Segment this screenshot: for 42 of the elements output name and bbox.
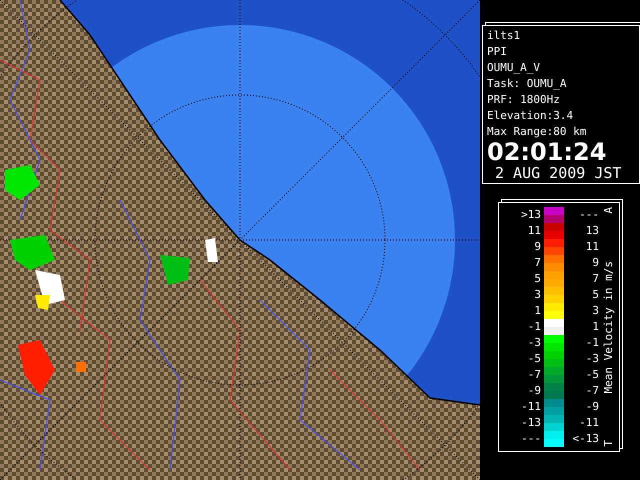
legend-value: 11 xyxy=(526,223,541,239)
legend-value: -1 xyxy=(526,319,541,335)
legend-value: -13 xyxy=(520,415,541,431)
legend-value: 3 xyxy=(591,303,599,319)
legend-value: 1 xyxy=(533,303,541,319)
info-line: ilts1 xyxy=(487,28,522,44)
legend-value: -11 xyxy=(520,399,541,415)
legend-value: --- xyxy=(578,207,599,223)
legend-title: Mean Velocity in m/s xyxy=(602,260,614,394)
legend-value: -11 xyxy=(578,415,599,431)
legend-value: 9 xyxy=(533,239,541,255)
legend-value: -1 xyxy=(584,335,599,351)
legend-value: -3 xyxy=(526,335,541,351)
legend-value: >13 xyxy=(520,207,541,223)
legend-value: -9 xyxy=(526,383,541,399)
legend-value: -3 xyxy=(584,351,599,367)
legend-value: 1 xyxy=(591,319,599,335)
legend-value: -9 xyxy=(584,399,599,415)
date-text: 2 AUG 2009 JST xyxy=(494,164,622,182)
info-line: OUMU_A_V xyxy=(487,60,541,76)
legend-value: 11 xyxy=(584,239,599,255)
info-line: Max Range:80 km xyxy=(487,124,588,140)
legend-value: 3 xyxy=(533,287,541,303)
legend-mark: T xyxy=(602,440,614,447)
legend-value: 9 xyxy=(591,255,599,271)
legend-value: -5 xyxy=(584,367,599,383)
legend-value: 7 xyxy=(533,255,541,271)
legend-value: 7 xyxy=(591,271,599,287)
legend-value: 13 xyxy=(584,223,599,239)
time-text: 02:01:24 xyxy=(487,140,608,164)
legend-mark: A xyxy=(602,207,614,214)
legend-value: 5 xyxy=(591,287,599,303)
info-line: Task: OUMU_A xyxy=(487,76,568,92)
info-line: Elevation:3.4 xyxy=(487,108,574,124)
legend-value: <-13 xyxy=(572,431,599,447)
info-line: PPI xyxy=(487,44,508,60)
info-line: PRF: 1800Hz xyxy=(487,92,561,108)
legend-value: -5 xyxy=(526,351,541,367)
legend-value: 5 xyxy=(533,271,541,287)
legend-value: -7 xyxy=(526,367,541,383)
legend-value: --- xyxy=(520,431,541,447)
legend-value: -7 xyxy=(584,383,599,399)
